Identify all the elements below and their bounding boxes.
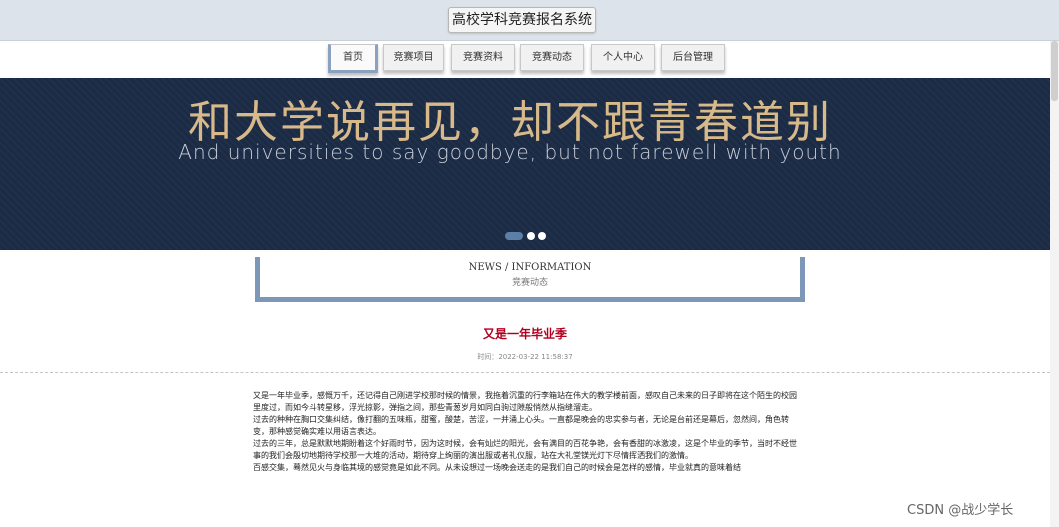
top-header-bar: 高校学科竞赛报名系统 (0, 0, 1059, 41)
site-title: 高校学科竞赛报名系统 (448, 7, 596, 33)
nav-item-personal-center[interactable]: 个人中心 (591, 44, 655, 71)
article-body: 又是一年毕业季，感慨万千，还记得自己刚进学校那时候的情景，我拖着沉重的行李箱站在… (253, 390, 801, 474)
article-paragraph: 过去的三年，总是默默地期盼着这个好雨时节，因为这时候，会有灿烂的阳光，会有满目的… (253, 439, 797, 460)
carousel-dot-3[interactable] (538, 232, 546, 240)
article-time-label: 时间： (477, 353, 499, 361)
carousel-dot-1[interactable] (505, 232, 523, 240)
nav-item-admin[interactable]: 后台管理 (661, 44, 725, 71)
hero-banner[interactable]: 和大学说再见，却不跟青春道别 And universities to say g… (0, 78, 1050, 250)
article-paragraph: 又是一年毕业季，感慨万千，还记得自己刚进学校那时候的情景，我拖着沉重的行李箱站在… (253, 391, 797, 412)
article-time: 时间：2022-03-22 11:58:37 (0, 352, 1050, 362)
section-title-en: NEWS / INFORMATION (468, 262, 592, 273)
scrollbar-thumb[interactable] (1051, 41, 1058, 101)
nav-item-competition-news[interactable]: 竞赛动态 (520, 44, 584, 71)
page-scrollbar[interactable] (1050, 41, 1059, 527)
article-title: 又是一年毕业季 (482, 327, 567, 341)
article-paragraph: 百感交集，蓦然见火与身临其境的感觉竟是如此不同。从未设想过一场晚会送走的是我们自… (253, 463, 741, 472)
nav-item-home[interactable]: 首页 (328, 44, 378, 73)
article-paragraph: 过去的种种在胸口交集纠结，像打翻的五味瓶，甜蜜，酸楚，苦涩，一并涌上心头。一直都… (253, 415, 789, 436)
banner-subline: And universities to say goodbye, but not… (178, 140, 842, 164)
news-section-header: NEWS / INFORMATION 竞赛动态 (255, 257, 805, 302)
csdn-watermark: CSDN @战少学长 (907, 503, 1014, 518)
nav-item-competition-materials[interactable]: 竞赛资料 (451, 44, 515, 71)
main-nav: 首页 竞赛项目 竞赛资料 竞赛动态 个人中心 后台管理 (0, 41, 1059, 77)
section-title-cn: 竞赛动态 (511, 278, 548, 288)
article-time-value: 2022-03-22 11:58:37 (498, 353, 573, 361)
content-divider (0, 372, 1050, 373)
nav-item-competition-projects[interactable]: 竞赛项目 (383, 44, 444, 71)
carousel-dot-2[interactable] (527, 232, 535, 240)
